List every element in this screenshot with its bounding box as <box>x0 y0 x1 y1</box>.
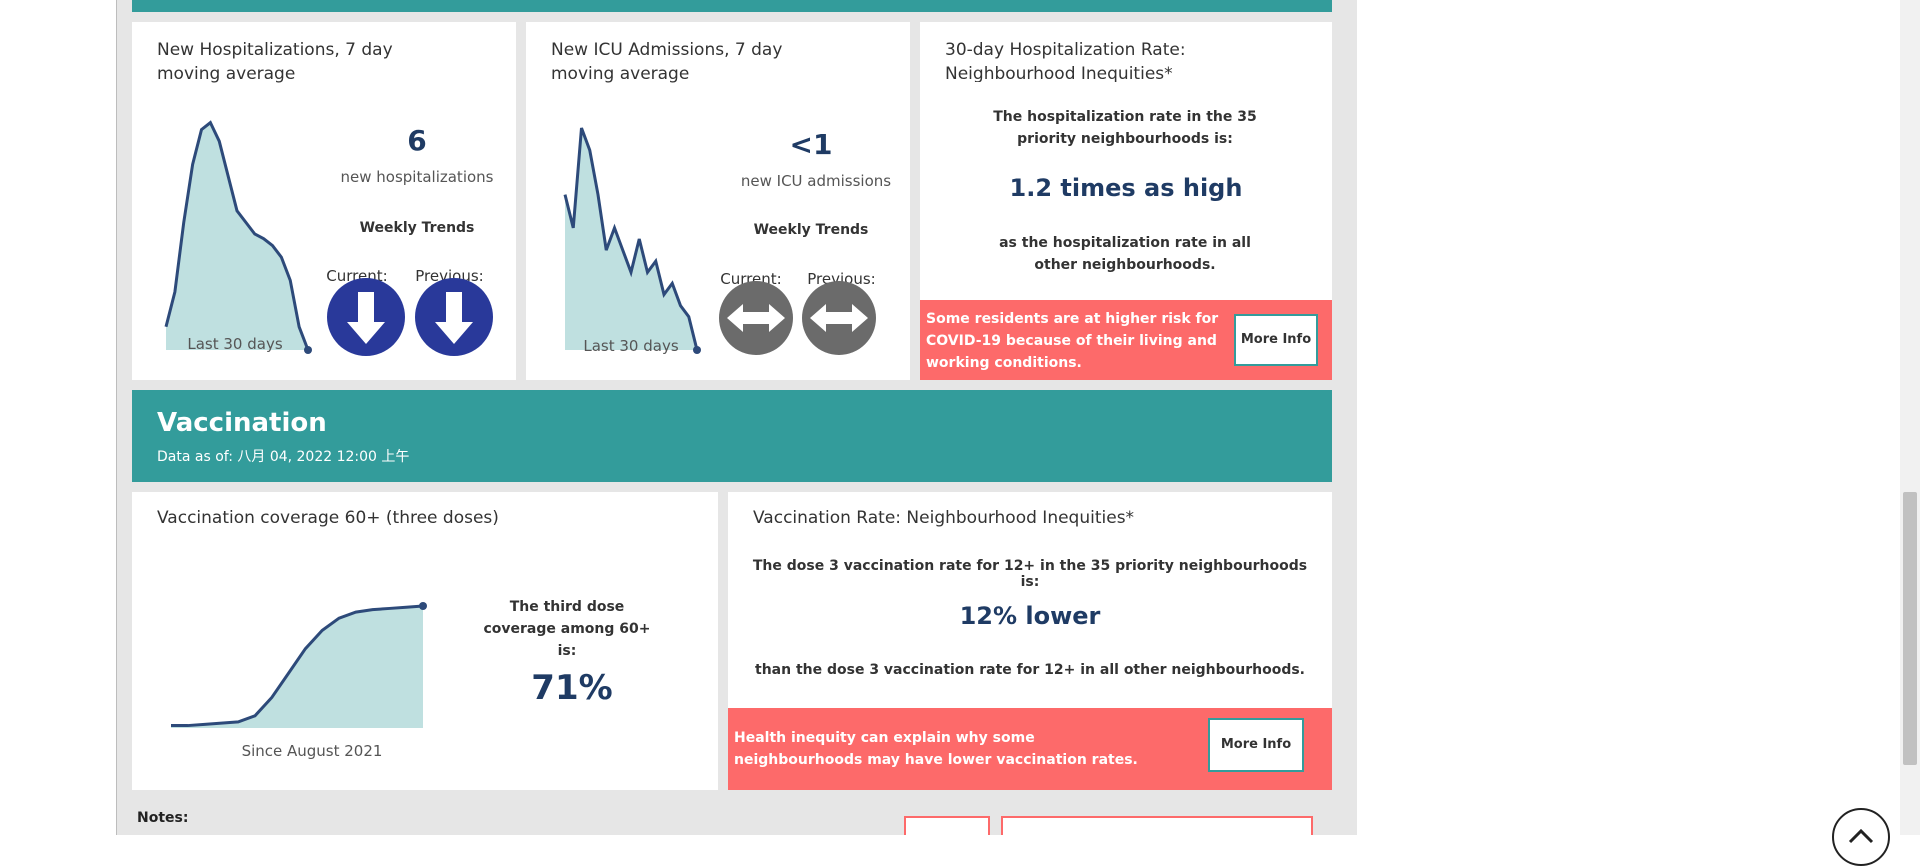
vaccination-section-title: Vaccination <box>157 408 327 438</box>
scrollbar-thumb[interactable] <box>1903 492 1917 765</box>
hospitalization-inequities-outro: as the hospitalization rate in all other… <box>999 235 1251 273</box>
arrow-left-right-icon <box>719 281 793 355</box>
vaccination-data-as-of: Data as of: 八月 04, 2022 12:00 上午 <box>157 449 410 465</box>
hospitalizations-title: New Hospitalizations, 7 day moving avera… <box>157 40 393 84</box>
vaccination-coverage-value: 71% <box>531 668 613 708</box>
vaccination-equity-banner: Health inequity can explain why some nei… <box>728 708 1332 790</box>
vaccination-inequities-intro: The dose 3 vaccination rate for 12+ in t… <box>752 558 1308 590</box>
hospitalization-risk-text: Some residents are at higher risk for CO… <box>926 311 1219 371</box>
hospitalization-risk-banner: Some residents are at higher risk for CO… <box>920 300 1332 380</box>
hospitalizations-chart-label: Last 30 days <box>187 335 283 353</box>
arrow-down-icon <box>327 278 405 356</box>
hospitalization-inequities-intro: The hospitalization rate in the 35 prior… <box>993 109 1257 147</box>
notes-tab-button[interactable] <box>904 816 990 835</box>
vaccination-coverage-chart <box>171 602 427 728</box>
vaccination-inequities-value: 12% lower <box>959 602 1101 630</box>
more-info-button[interactable]: More Info <box>1208 718 1304 772</box>
hospitalizations-value-label: new hospitalizations <box>340 168 494 186</box>
icu-value: <1 <box>789 128 833 161</box>
icu-weekly-trends: Weekly Trends <box>753 222 869 238</box>
icu-title: New ICU Admissions, 7 day moving average <box>551 40 783 84</box>
icu-sparkline <box>563 127 701 354</box>
vaccination-coverage-text: The third dose coverage among 60+ is: <box>483 599 651 659</box>
icu-card: New ICU Admissions, 7 day moving average… <box>526 22 910 380</box>
vaccination-inequities-card: Vaccination Rate: Neighbourhood Inequiti… <box>728 492 1332 790</box>
hospital-section-header <box>132 0 1332 12</box>
hospitalization-inequities-card: 30-day Hospitalization Rate: Neighbourho… <box>920 22 1332 380</box>
vaccination-inequities-outro: than the dose 3 vaccination rate for 12+… <box>755 662 1305 678</box>
hospitalization-inequities-title: 30-day Hospitalization Rate: Neighbourho… <box>945 40 1186 82</box>
notes-label: Notes: <box>137 810 189 826</box>
hospitalization-inequities-value: 1.2 times as high <box>1009 174 1243 202</box>
arrow-left-right-icon <box>802 281 876 355</box>
chart-area <box>166 122 308 350</box>
chart-endpoint <box>419 602 427 610</box>
vaccination-inequities-title: Vaccination Rate: Neighbourhood Inequiti… <box>753 508 1135 528</box>
chart-area <box>565 128 697 350</box>
dashboard-panel: New Hospitalizations, 7 day moving avera… <box>116 0 1357 835</box>
hospitalizations-sparkline <box>164 120 312 354</box>
vaccination-coverage-title: Vaccination coverage 60+ (three doses) <box>157 508 499 528</box>
hospitalizations-card: New Hospitalizations, 7 day moving avera… <box>132 22 516 380</box>
chart-area <box>171 606 423 728</box>
notes-wide-button[interactable] <box>1001 816 1313 835</box>
icu-value-label: new ICU admissions <box>740 172 892 190</box>
icu-chart-label: Last 30 days <box>583 337 679 355</box>
hospitalizations-value: 6 <box>407 124 427 157</box>
hospitalizations-weekly-trends: Weekly Trends <box>359 220 475 236</box>
chevron-up-icon <box>1848 828 1874 844</box>
more-info-button[interactable]: More Info <box>1234 314 1318 366</box>
vaccination-coverage-card: Vaccination coverage 60+ (three doses) S… <box>132 492 718 790</box>
vaccination-equity-text: Health inequity can explain why some nei… <box>734 730 1138 768</box>
vaccination-coverage-chart-label: Since August 2021 <box>241 742 383 760</box>
vaccination-section-header: Vaccination Data as of: 八月 04, 2022 12:0… <box>132 390 1332 482</box>
back-to-top-button[interactable] <box>1832 808 1890 866</box>
arrow-down-icon <box>415 278 493 356</box>
